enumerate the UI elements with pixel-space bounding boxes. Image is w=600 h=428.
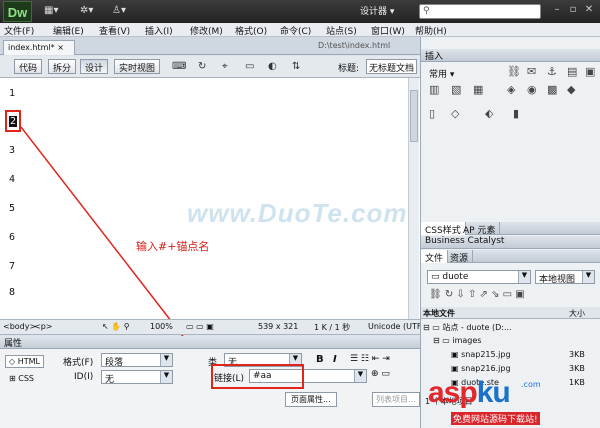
anchor-icon[interactable]: ⚓ xyxy=(547,65,557,78)
tab-assets[interactable]: 资源 xyxy=(446,250,474,264)
head-icon[interactable]: ▩ xyxy=(547,83,557,96)
tree-row-site[interactable]: ⊟ ▭ 站点 - duote (D:... xyxy=(423,322,512,333)
brand-watermark-domain: .com xyxy=(521,380,541,389)
html-button[interactable]: ◇ HTML xyxy=(5,355,44,368)
tree-row-file[interactable]: ▣ snap215.jpg xyxy=(451,350,511,359)
format-label: 格式(F) xyxy=(63,358,94,368)
tab-ap-elements[interactable]: AP 元素 xyxy=(459,222,501,236)
id-select[interactable]: 无 ▼ xyxy=(101,370,173,384)
email-icon[interactable]: ✉ xyxy=(527,65,536,78)
tree-row-file[interactable]: ▣ snap216.jpg xyxy=(451,364,511,373)
list-buttons[interactable]: ☰ ☷ ⇤ ⇥ xyxy=(350,354,390,364)
table-icon[interactable]: ▤ xyxy=(567,65,577,78)
comment-icon[interactable]: ◉ xyxy=(527,83,537,96)
media-icon[interactable]: ▧ xyxy=(451,83,461,96)
pointer-icon[interactable]: ↖ ✋ ⚲ xyxy=(102,322,130,331)
tab-files[interactable]: 文件 xyxy=(421,250,449,264)
window-size[interactable]: 539 x 321 xyxy=(258,322,298,331)
insert-panel-header[interactable]: 插入 xyxy=(421,49,600,62)
id-label: ID(I) xyxy=(74,372,94,382)
view-select[interactable]: 本地视图 ▼ xyxy=(535,270,595,284)
site-icon: ▭ xyxy=(431,272,443,282)
col-size[interactable]: 大小 xyxy=(569,308,585,319)
col-local-files[interactable]: 本地文件 xyxy=(423,308,455,319)
tag-chooser-icon[interactable]: ⬖ xyxy=(485,107,493,120)
properties-title: 属性 xyxy=(4,339,23,349)
files-column-header: 本地文件 大小 xyxy=(421,307,600,319)
file-toolbar-icons[interactable]: ⛓ ↻ ⇩ ⇧ ⇗ ⇘ ▭ ▣ xyxy=(429,289,525,300)
brand-watermark-tagline: 免费网站源码下载站! xyxy=(451,412,540,425)
file-size: 3KB xyxy=(569,364,585,373)
tag-selector[interactable]: <body> xyxy=(3,322,36,331)
server-include-icon[interactable]: ◈ xyxy=(507,83,515,96)
point-to-file-icon[interactable]: ⊕ ▭ xyxy=(371,369,390,379)
template-icon[interactable]: ▯ xyxy=(429,107,435,120)
encoding: Unicode (UTF xyxy=(368,322,422,331)
tag-p-icon[interactable]: <p> xyxy=(34,322,52,331)
zoom-select[interactable]: 100% xyxy=(150,322,173,331)
status-bar: <body> <p> ↖ ✋ ⚲ 100% ▭ ▭ ▣ 539 x 321 1 … xyxy=(0,319,422,335)
bold-button[interactable]: B xyxy=(316,354,324,365)
properties-header: 属性 xyxy=(0,336,420,349)
site-select[interactable]: ▭ duote ▼ xyxy=(427,270,531,284)
italic-button[interactable]: I xyxy=(333,354,337,365)
format-select[interactable]: 段落 ▼ xyxy=(101,353,173,367)
div-icon[interactable]: ▣ xyxy=(585,65,595,78)
css-button[interactable]: ⊞ CSS xyxy=(5,372,38,385)
right-panel-dock: 插入 常用 ▾ ⛓ ✉ ⚓ ▤ ▣ ▥ ▧ ▦ ◈ ◉ ▩ ◆ ▯ ◇ ⬖ ▮ … xyxy=(420,37,600,428)
script-icon[interactable]: ◆ xyxy=(567,83,575,96)
css-panel-tabs: CSS样式 AP 元素 xyxy=(421,222,600,236)
widget-icon[interactable]: ◇ xyxy=(451,107,459,120)
list-item-button[interactable]: 列表项目... xyxy=(372,392,420,407)
download-info: 1 K / 1 秒 xyxy=(314,323,351,332)
tree-row-images[interactable]: ⊟ ▭ images xyxy=(433,336,481,345)
page-properties-button[interactable]: 页面属性... xyxy=(285,392,337,407)
brand-watermark: aspku xyxy=(428,376,511,409)
date-icon[interactable]: ▦ xyxy=(473,83,483,96)
file-size: 3KB xyxy=(569,350,585,359)
insert-category-select[interactable]: 常用 ▾ xyxy=(429,67,454,80)
device-icons[interactable]: ▭ ▭ ▣ xyxy=(186,322,214,331)
image-icon[interactable]: ▥ xyxy=(429,83,439,96)
spry-icon[interactable]: ▮ xyxy=(513,107,519,120)
files-panel-tabs: 文件 资源 xyxy=(421,250,600,264)
highlight-box-link xyxy=(211,364,304,389)
hyperlink-icon[interactable]: ⛓ xyxy=(507,65,521,78)
business-catalyst-header[interactable]: Business Catalyst xyxy=(421,236,600,249)
file-size: 1KB xyxy=(569,378,585,387)
